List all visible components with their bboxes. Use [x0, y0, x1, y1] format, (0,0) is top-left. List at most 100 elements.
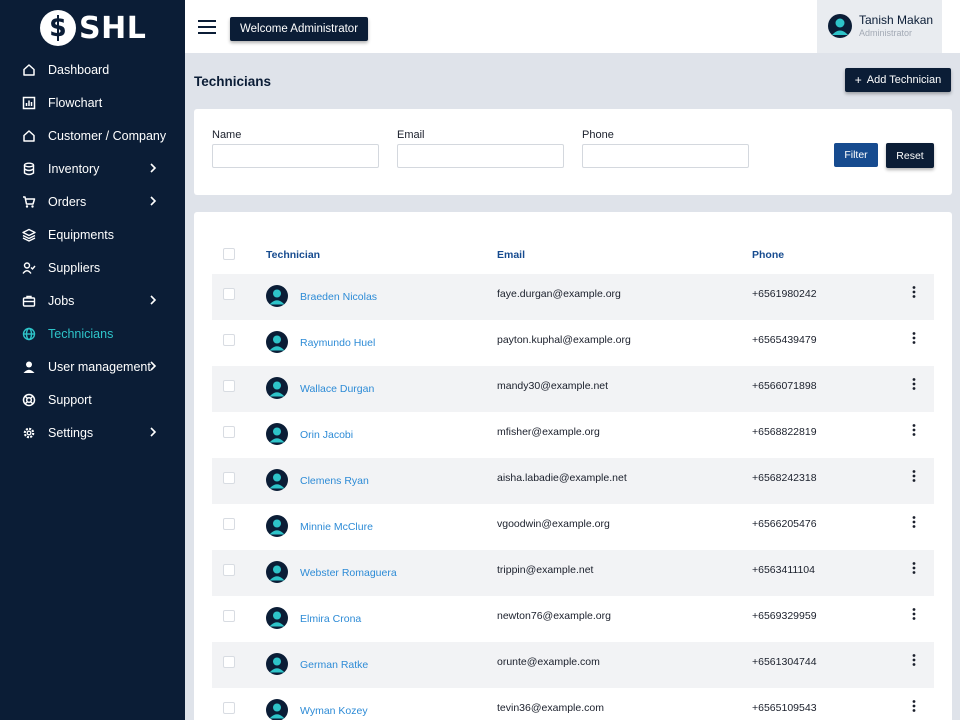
hamburger-menu-icon[interactable] — [197, 18, 217, 36]
brand-logo[interactable]: S SHL — [40, 10, 146, 46]
technician-name-link[interactable]: Wyman Kozey — [300, 705, 368, 717]
technician-phone: +6568822819 — [752, 426, 817, 438]
technician-name-link[interactable]: Webster Romaguera — [300, 567, 397, 579]
sidebar-item-label: Dashboard — [48, 62, 110, 77]
row-checkbox[interactable] — [223, 564, 235, 576]
select-all-checkbox[interactable] — [223, 248, 235, 260]
sidebar-item-equipments[interactable]: Equipments — [0, 218, 185, 251]
row-actions-kebab-icon[interactable] — [910, 607, 918, 621]
sidebar-item-support[interactable]: Support — [0, 383, 185, 416]
reset-button[interactable]: Reset — [886, 143, 934, 168]
sidebar-item-dashboard[interactable]: Dashboard — [0, 53, 185, 86]
table-row[interactable]: Elmira Crona newton76@example.org +6569329… — [212, 596, 934, 642]
user-menu[interactable]: Tanish Makan Administrator — [817, 0, 942, 53]
sidebar-item-customer-company[interactable]: Customer / Company — [0, 119, 185, 152]
sidebar-nav: Dashboard Flowchart Customer / Company Inve… — [0, 53, 185, 449]
technician-name-link[interactable]: Clemens Ryan — [300, 475, 369, 487]
technician-avatar-icon — [266, 331, 288, 353]
name-filter-input[interactable] — [212, 144, 379, 168]
row-actions-kebab-icon[interactable] — [910, 561, 918, 575]
lifebuoy-icon — [22, 393, 36, 407]
home-icon — [22, 129, 36, 143]
add-technician-button[interactable]: + Add Technician — [845, 68, 951, 92]
row-checkbox[interactable] — [223, 702, 235, 714]
page-title: Technicians — [194, 74, 272, 89]
row-actions-kebab-icon[interactable] — [910, 377, 918, 391]
home-icon — [22, 63, 36, 77]
table-row[interactable]: Braeden Nicolas faye.durgan@example.org +6… — [212, 274, 934, 320]
technician-phone: +6565439479 — [752, 334, 817, 346]
table-row[interactable]: Raymundo Huel payton.kuphal@example.org +6… — [212, 320, 934, 366]
row-actions-kebab-icon[interactable] — [910, 469, 918, 483]
row-checkbox[interactable] — [223, 334, 235, 346]
technician-phone: +6566205476 — [752, 518, 817, 530]
technician-name-link[interactable]: Minnie McClure — [300, 521, 373, 533]
welcome-button[interactable]: Welcome Administrator — [230, 17, 369, 41]
sidebar-item-jobs[interactable]: Jobs — [0, 284, 185, 317]
column-header-phone[interactable]: Phone — [752, 249, 784, 261]
sidebar-item-technicians[interactable]: Technicians — [0, 317, 185, 350]
filter-button[interactable]: Filter — [834, 143, 878, 167]
row-checkbox[interactable] — [223, 610, 235, 622]
plus-icon: + — [854, 73, 862, 87]
technician-name-link[interactable]: Raymundo Huel — [300, 337, 375, 349]
sidebar-item-label: Technicians — [48, 326, 114, 341]
row-actions-kebab-icon[interactable] — [910, 515, 918, 529]
technician-email: vgoodwin@example.org — [497, 518, 610, 530]
row-checkbox[interactable] — [223, 380, 235, 392]
topbar: Welcome Administrator Tanish Makan Admin… — [185, 0, 960, 53]
table-row[interactable]: Wyman Kozey tevin36@example.com +656510954… — [212, 688, 934, 720]
row-checkbox[interactable] — [223, 426, 235, 438]
sidebar: S SHL Dashboard Flowchart Customer / Compa… — [0, 0, 185, 720]
sidebar-item-settings[interactable]: Settings — [0, 416, 185, 449]
table-row[interactable]: Minnie McClure vgoodwin@example.org +65662… — [212, 504, 934, 550]
technician-avatar-icon — [266, 653, 288, 675]
technician-phone: +6568242318 — [752, 472, 817, 484]
table-row[interactable]: Orin Jacobi mfisher@example.org +656882281… — [212, 412, 934, 458]
technician-name-link[interactable]: Elmira Crona — [300, 613, 361, 625]
email-filter-input[interactable] — [397, 144, 564, 168]
sidebar-item-flowchart[interactable]: Flowchart — [0, 86, 185, 119]
technician-avatar-icon — [266, 423, 288, 445]
technician-name-link[interactable]: Wallace Durgan — [300, 383, 374, 395]
technician-phone: +6561304744 — [752, 656, 817, 668]
sidebar-item-suppliers[interactable]: Suppliers — [0, 251, 185, 284]
sidebar-item-orders[interactable]: Orders — [0, 185, 185, 218]
row-checkbox[interactable] — [223, 472, 235, 484]
technician-email: aisha.labadie@example.net — [497, 472, 627, 484]
sidebar-item-label: Inventory — [48, 161, 100, 176]
column-header-technician[interactable]: Technician — [266, 249, 320, 261]
technician-avatar-icon — [266, 515, 288, 537]
technician-email: tevin36@example.com — [497, 702, 604, 714]
user-avatar-icon — [828, 14, 852, 38]
table-row[interactable]: German Ratke orunte@example.com +656130474… — [212, 642, 934, 688]
sidebar-item-label: Equipments — [48, 227, 115, 242]
table-row[interactable]: Clemens Ryan aisha.labadie@example.net +65… — [212, 458, 934, 504]
globe-icon — [22, 327, 36, 341]
row-checkbox[interactable] — [223, 518, 235, 530]
gear-icon — [22, 426, 36, 440]
technician-name-link[interactable]: Braeden Nicolas — [300, 291, 377, 303]
chevron-right-icon — [147, 294, 159, 306]
row-checkbox[interactable] — [223, 288, 235, 300]
table-row[interactable]: Wallace Durgan mandy30@example.net +656607… — [212, 366, 934, 412]
technician-email: mandy30@example.net — [497, 380, 609, 392]
column-header-email[interactable]: Email — [497, 249, 525, 261]
row-actions-kebab-icon[interactable] — [910, 653, 918, 667]
row-actions-kebab-icon[interactable] — [910, 285, 918, 299]
phone-filter-input[interactable] — [582, 144, 749, 168]
technician-avatar-icon — [266, 469, 288, 491]
row-actions-kebab-icon[interactable] — [910, 423, 918, 437]
technician-email: mfisher@example.org — [497, 426, 600, 438]
sidebar-item-inventory[interactable]: Inventory — [0, 152, 185, 185]
technician-name-link[interactable]: Orin Jacobi — [300, 429, 353, 441]
table-row[interactable]: Webster Romaguera trippin@example.net +656… — [212, 550, 934, 596]
row-checkbox[interactable] — [223, 656, 235, 668]
briefcase-icon — [22, 294, 36, 308]
row-actions-kebab-icon[interactable] — [910, 331, 918, 345]
user-role: Administrator — [859, 28, 913, 38]
technician-phone: +6566071898 — [752, 380, 817, 392]
sidebar-item-user-management[interactable]: User management — [0, 350, 185, 383]
technician-name-link[interactable]: German Ratke — [300, 659, 368, 671]
row-actions-kebab-icon[interactable] — [910, 699, 918, 713]
